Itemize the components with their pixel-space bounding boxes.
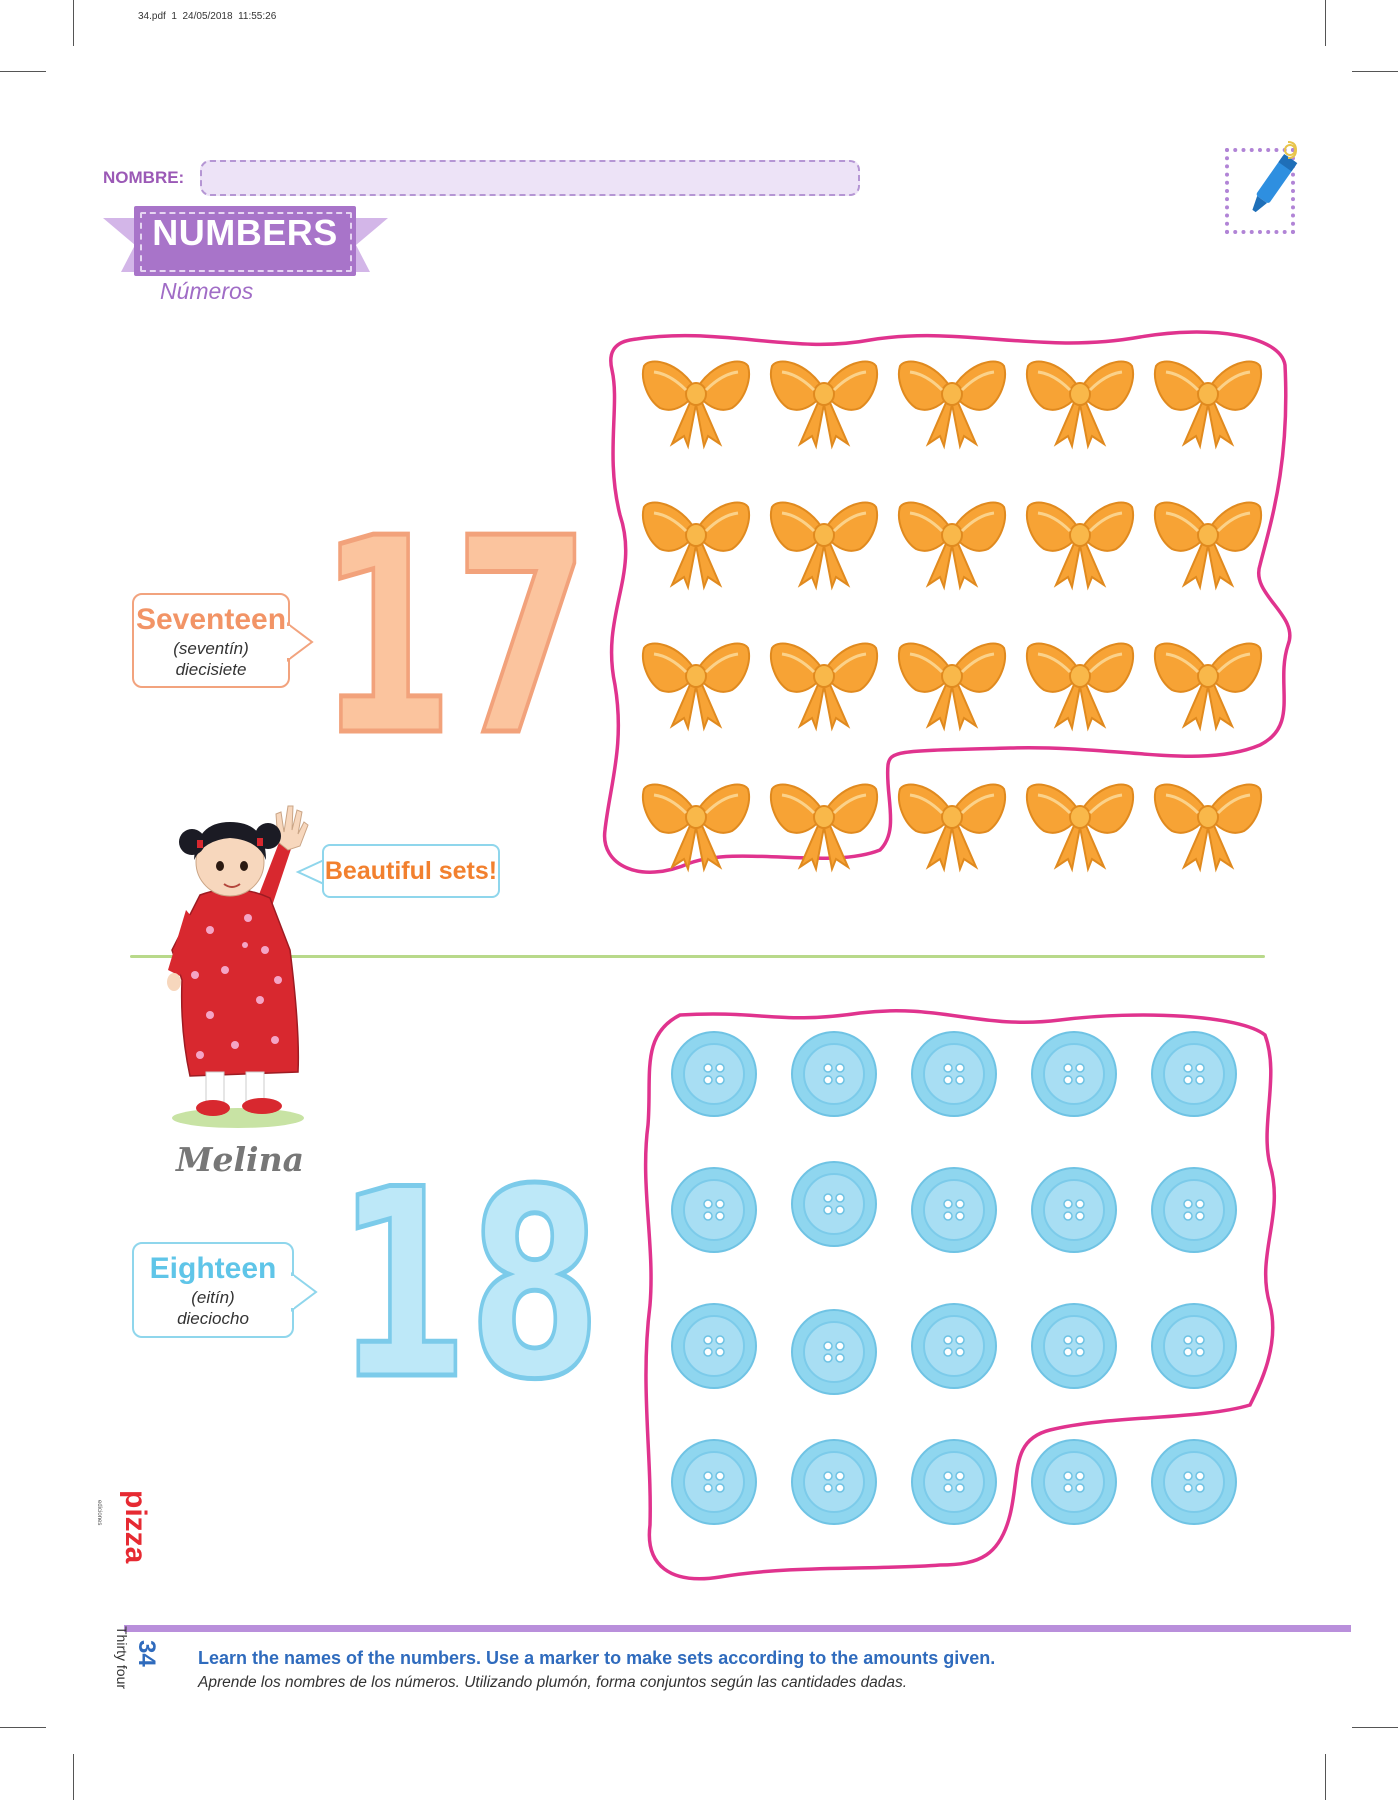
- name-label: NOMBRE:: [103, 168, 185, 187]
- bow-icon: [770, 501, 878, 591]
- button-grid: [670, 1030, 1270, 1570]
- bow-icon: [1154, 642, 1262, 732]
- button-icon: [1151, 1303, 1237, 1389]
- button-icon: [1151, 1167, 1237, 1253]
- button-icon: [911, 1303, 997, 1389]
- crop-mark: [73, 0, 74, 46]
- bubble-tail: [285, 622, 314, 662]
- instructions-en: Learn the names of the numbers. Use a ma…: [198, 1648, 996, 1668]
- button-icon: [671, 1303, 757, 1389]
- bow-icon: [1026, 360, 1134, 450]
- bow-icon: [642, 783, 750, 873]
- button-icon: [1151, 1439, 1237, 1525]
- bow-icon: [1026, 642, 1134, 732]
- spanish-word: diecisiete: [175, 660, 247, 679]
- instructions-es: Aprende los nombres de los números. Util…: [198, 1674, 908, 1691]
- svg-text:17: 17: [318, 480, 590, 795]
- button-icon: [1031, 1167, 1117, 1253]
- bow-icon: [770, 360, 878, 450]
- pizza-logo: pizza ediciones: [96, 1490, 152, 1564]
- print-header: 34.pdf 1 24/05/2018 11:55:26: [138, 11, 277, 22]
- bow-icon: [1026, 783, 1134, 873]
- button-icon: [1031, 1439, 1117, 1525]
- button-icon: [911, 1167, 997, 1253]
- crop-mark: [1352, 71, 1398, 72]
- crop-mark: [0, 71, 46, 72]
- svg-text:34: 34: [133, 1640, 160, 1667]
- marker-icon: [1252, 141, 1298, 213]
- button-icon: [671, 1167, 757, 1253]
- svg-text:pizza: pizza: [119, 1490, 152, 1564]
- bow-icon: [1154, 501, 1262, 591]
- crop-mark: [1352, 1727, 1398, 1728]
- button-icon: [671, 1439, 757, 1525]
- crop-mark: [1325, 0, 1326, 46]
- bow-icon: [1154, 360, 1262, 450]
- footer-bar: [124, 1625, 1351, 1632]
- page-number: 34 Thirty four: [114, 1626, 160, 1689]
- button-icon: [791, 1309, 877, 1395]
- button-icon: [1031, 1031, 1117, 1117]
- bow-icon: [898, 642, 1006, 732]
- button-icon: [671, 1031, 757, 1117]
- button-icon: [911, 1031, 997, 1117]
- speech-text: Beautiful sets!: [324, 857, 498, 885]
- bow-grid: [640, 352, 1280, 873]
- bow-icon: [642, 501, 750, 591]
- character-name: Melina: [176, 1140, 304, 1179]
- crop-mark: [0, 1727, 46, 1728]
- crop-mark: [1325, 1754, 1326, 1800]
- page-subtitle: Números: [160, 278, 254, 304]
- word-bubble-18: Eighteen (eitín) dieciocho: [132, 1242, 294, 1338]
- spanish-word: dieciocho: [177, 1309, 249, 1328]
- bow-icon: [898, 783, 1006, 873]
- button-icon: [791, 1439, 877, 1525]
- bow-icon: [898, 360, 1006, 450]
- big-number-17: 17: [316, 478, 593, 798]
- page-title: NUMBERS: [152, 212, 338, 253]
- bow-icon: [898, 501, 1006, 591]
- word-bubble-17: Seventeen (seventín) diecisiete: [132, 593, 290, 688]
- button-icon: [1151, 1031, 1237, 1117]
- button-icon: [791, 1031, 877, 1117]
- number-word: Eighteen: [149, 1252, 277, 1285]
- girl-illustration: [167, 805, 309, 1128]
- bow-icon: [1154, 783, 1262, 873]
- big-number-18: 18: [334, 1133, 604, 1440]
- bow-icon: [770, 642, 878, 732]
- speech-bubble: Beautiful sets!: [322, 844, 500, 898]
- button-icon: [1031, 1303, 1117, 1389]
- number-word: Seventeen: [135, 603, 287, 636]
- button-icon: [791, 1161, 877, 1247]
- crop-mark: [73, 1754, 74, 1800]
- bow-icon: [770, 783, 878, 873]
- bow-icon: [642, 642, 750, 732]
- bow-icon: [1026, 501, 1134, 591]
- svg-text:18: 18: [336, 1135, 601, 1437]
- svg-text:ediciones: ediciones: [96, 1500, 102, 1525]
- pronunciation: (seventín): [173, 639, 249, 658]
- bow-icon: [642, 360, 750, 450]
- bubble-tail: [289, 1272, 318, 1312]
- button-icon: [911, 1439, 997, 1525]
- name-input[interactable]: [200, 160, 860, 196]
- pronunciation: (eitín): [191, 1288, 235, 1307]
- svg-text:Thirty four: Thirty four: [114, 1626, 130, 1689]
